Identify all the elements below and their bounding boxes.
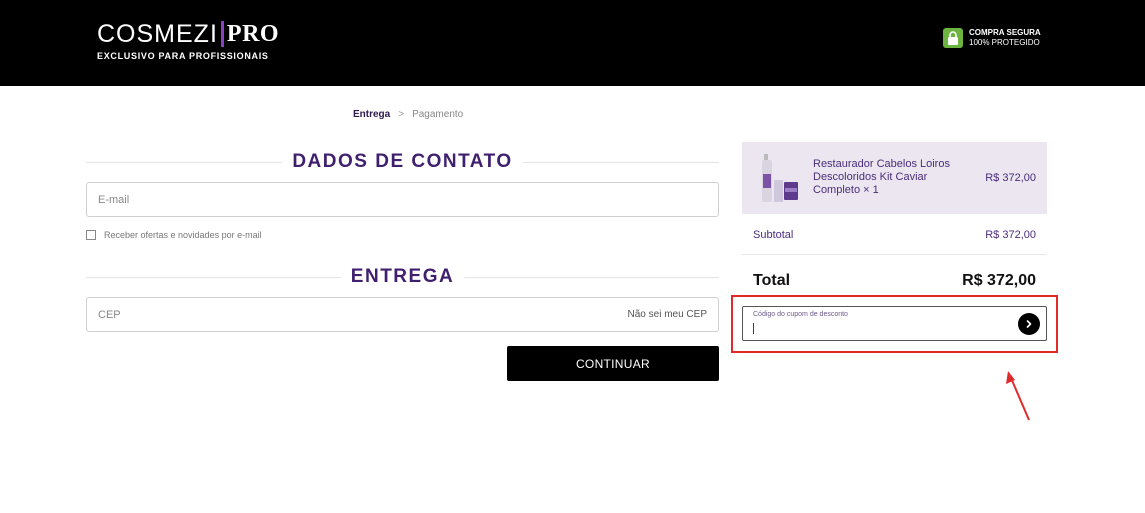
breadcrumb-separator: >	[398, 109, 405, 120]
divider-line	[464, 276, 719, 278]
apply-coupon-button[interactable]	[1018, 313, 1040, 335]
unknown-cep-link[interactable]: Não sei meu CEP	[628, 309, 707, 320]
divider-line	[86, 161, 283, 163]
coupon-label: Código do cupom de desconto	[753, 311, 848, 318]
contact-section-heading: DADOS DE CONTATO	[86, 151, 719, 172]
email-field[interactable]: E-mail	[86, 182, 719, 217]
secure-subtitle: 100% PROTEGIDO	[969, 38, 1040, 47]
continue-button[interactable]: CONTINUAR	[507, 346, 719, 381]
product-name: Restaurador Cabelos Loiros Descoloridos …	[813, 158, 950, 196]
chevron-right-icon	[1026, 320, 1032, 328]
total-row: Total R$ 372,00	[742, 266, 1047, 296]
product-price: R$ 372,00	[985, 172, 1036, 184]
subtotal-row: Subtotal R$ 372,00	[742, 215, 1047, 255]
logo-main-text: COSMEZI	[97, 19, 218, 48]
secure-title: COMPRA SEGURA	[969, 28, 1041, 37]
newsletter-checkbox[interactable]	[86, 230, 96, 240]
subtotal-label: Subtotal	[753, 228, 794, 241]
email-placeholder: E-mail	[98, 193, 130, 206]
site-header: COSMEZI PRO EXCLUSIVO PARA PROFISSIONAIS…	[0, 0, 1145, 86]
cep-field[interactable]: CEP Não sei meu CEP	[86, 297, 719, 332]
cart-item: Restaurador Cabelos Loiros Descoloridos …	[742, 142, 1047, 214]
divider-line	[522, 161, 719, 163]
secure-purchase-badge: COMPRA SEGURA 100% PROTEGIDO	[943, 28, 1041, 48]
annotation-arrow-icon	[1006, 371, 1030, 421]
cep-placeholder: CEP	[98, 308, 121, 321]
logo-divider	[220, 21, 224, 47]
breadcrumb-payment: Pagamento	[412, 109, 464, 120]
lock-icon	[943, 28, 963, 48]
delivery-section-heading: ENTREGA	[86, 266, 719, 287]
subtotal-value: R$ 372,00	[985, 228, 1036, 241]
product-image	[762, 154, 798, 202]
coupon-input[interactable]: Código do cupom de desconto	[742, 306, 1047, 341]
breadcrumb: Entrega > Pagamento	[353, 109, 463, 120]
newsletter-option[interactable]: Receber ofertas e novidades por e-mail	[86, 230, 262, 240]
logo-subtitle: EXCLUSIVO PARA PROFISSIONAIS	[97, 51, 269, 61]
contact-title: DADOS DE CONTATO	[292, 151, 513, 172]
logo-pro-text: PRO	[226, 20, 280, 47]
delivery-title: ENTREGA	[350, 266, 455, 287]
text-cursor	[753, 323, 754, 334]
cosmezi-pro-logo[interactable]: COSMEZI PRO EXCLUSIVO PARA PROFISSIONAIS	[97, 19, 280, 62]
total-label: Total	[753, 272, 791, 289]
newsletter-label: Receber ofertas e novidades por e-mail	[104, 230, 262, 240]
breadcrumb-delivery: Entrega	[353, 109, 391, 120]
divider-line	[86, 276, 341, 278]
total-value: R$ 372,00	[962, 272, 1036, 289]
